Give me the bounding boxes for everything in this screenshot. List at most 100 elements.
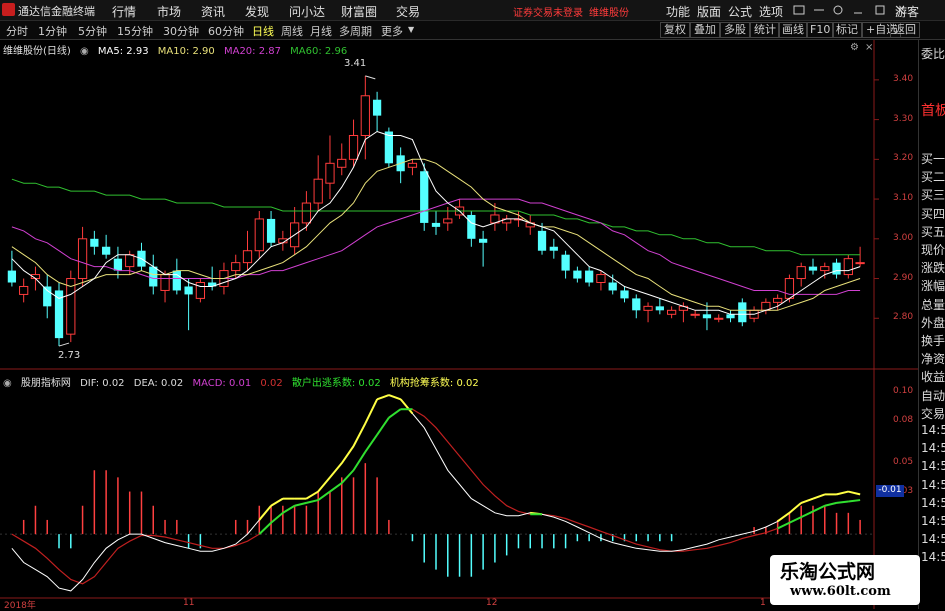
price-tick-label: 2.90 xyxy=(893,272,914,283)
period-month[interactable]: 月线 xyxy=(310,23,332,39)
quote-panel-item: 净资 xyxy=(921,352,945,367)
inst-coef-segment xyxy=(376,394,390,401)
candle-body xyxy=(102,246,111,255)
kline-chart[interactable] xyxy=(0,40,918,609)
quote-panel-item: 首板 xyxy=(921,103,945,119)
candle-body xyxy=(596,274,606,284)
high-annotation: 3.41 xyxy=(344,58,367,69)
retail-coef-segment xyxy=(777,521,790,530)
menu-bar: 通达信金融终端 行情 市场 资讯 发现 问小达 财富圈 交易 证券交易未登录 维… xyxy=(0,0,945,21)
quote-panel-item: 14:56 xyxy=(921,532,945,547)
ma10-label: MA10: 2.90 xyxy=(157,46,215,57)
huaxian-button[interactable]: 画线 xyxy=(778,22,808,38)
diejia-button[interactable]: 叠加 xyxy=(690,22,720,38)
sub-current-value: -0.01 xyxy=(876,485,904,497)
candle-body xyxy=(43,286,52,307)
sub-tick-label: 0.08 xyxy=(893,414,914,425)
period-30min[interactable]: 30分钟 xyxy=(163,23,199,39)
period-15min[interactable]: 15分钟 xyxy=(117,23,153,39)
menu-banmian[interactable]: 版面 xyxy=(697,3,721,20)
period-fenshi[interactable]: 分时 xyxy=(6,23,28,39)
window-controls xyxy=(793,5,905,15)
ma-lines xyxy=(11,75,861,347)
f10-button[interactable]: F10 xyxy=(806,22,835,38)
candle-body xyxy=(643,305,653,311)
quote-panel-item: 换手 xyxy=(921,334,945,348)
quote-panel-item: 14:56 xyxy=(921,495,945,510)
biaoji-button[interactable]: 标记 xyxy=(832,22,862,38)
retail-coef-segment xyxy=(812,504,826,513)
app-logo-icon xyxy=(2,3,15,16)
period-1min[interactable]: 1分钟 xyxy=(38,23,67,39)
date-label-11: 11 xyxy=(183,598,195,608)
quote-panel-item: 14:56 xyxy=(921,477,945,492)
candle-body xyxy=(585,270,594,283)
period-week[interactable]: 周线 xyxy=(281,23,303,39)
price-tick-label: 3.10 xyxy=(893,193,914,204)
price-tick-label: 3.30 xyxy=(893,113,914,124)
candle-body xyxy=(832,262,841,275)
menu-wenxiaoda[interactable]: 问小达 xyxy=(289,3,325,20)
quote-panel-item: 涨跌 xyxy=(921,261,945,276)
candle-body xyxy=(666,309,677,315)
macd-subchart xyxy=(11,394,861,592)
duogu-button[interactable]: 多股 xyxy=(720,22,750,38)
guest-label[interactable]: 游客 xyxy=(895,3,919,20)
menu-zixun[interactable]: 资讯 xyxy=(201,3,225,20)
menu-gongshi[interactable]: 公式 xyxy=(728,3,752,20)
retail-coef-segment xyxy=(329,482,343,493)
menu-gongneng[interactable]: 功能 xyxy=(666,3,690,20)
chevron-down-icon[interactable]: ▼ xyxy=(408,25,414,34)
menu-caifuquan[interactable]: 财富圈 xyxy=(341,3,377,20)
candle-body xyxy=(796,266,806,280)
retail-coef-segment xyxy=(836,500,849,504)
period-day[interactable]: 日线 xyxy=(252,23,274,39)
candle-body xyxy=(855,262,865,265)
high-marker xyxy=(365,75,376,80)
tongji-button[interactable]: 统计 xyxy=(750,22,780,38)
candle-body xyxy=(632,298,641,311)
candle-body xyxy=(690,313,700,316)
candle-body xyxy=(149,266,158,287)
retail-coef-segment xyxy=(364,434,378,453)
inst-coef-segment xyxy=(388,394,401,401)
menu-hangqing[interactable]: 行情 xyxy=(112,3,136,20)
ma20-label: MA20: 2.87 xyxy=(223,46,281,57)
quote-panel-item: 14:56 xyxy=(921,514,945,528)
fuquan-button[interactable]: 复权 xyxy=(660,22,690,38)
inst-coef-segment xyxy=(317,476,331,493)
pane-controls[interactable]: ⚙ × xyxy=(850,42,879,53)
retail-coef-segment xyxy=(258,522,272,535)
candle-body xyxy=(431,222,441,227)
candle-body xyxy=(420,171,429,223)
menu-jiaoyi[interactable]: 交易 xyxy=(396,3,420,20)
login-warning[interactable]: 证券交易未登录 xyxy=(513,4,583,19)
quote-panel: 委比首板买一买二买三买四买五现价涨跌涨幅总量外盘换手净资收益自动交易 14:56 1… xyxy=(918,40,945,609)
inst-coef-segment xyxy=(788,502,802,514)
retail-coef-label: 散户出逃系数: 0.02 xyxy=(291,378,381,389)
period-more[interactable]: 更多 xyxy=(381,23,403,39)
candle-body xyxy=(608,282,617,291)
watermark-title: 乐淘公式网 xyxy=(780,561,876,583)
sub-tick-label: 0.10 xyxy=(893,386,914,397)
period-60min[interactable]: 60分钟 xyxy=(208,23,244,39)
menu-xuanxiang[interactable]: 选项 xyxy=(759,3,783,20)
candle-body xyxy=(242,250,253,264)
candle-body xyxy=(784,278,795,299)
inst-coef-segment xyxy=(329,462,343,478)
period-multi[interactable]: 多周期 xyxy=(339,23,372,39)
candle-body xyxy=(113,258,123,271)
candle-body xyxy=(808,266,818,271)
fanhui-button[interactable]: 返回 xyxy=(890,22,920,38)
date-label-12: 12 xyxy=(486,598,498,608)
menu-shichang[interactable]: 市场 xyxy=(157,3,181,20)
period-5min[interactable]: 5分钟 xyxy=(78,23,107,39)
quote-panel-item: 买二 xyxy=(921,170,945,185)
help-icon xyxy=(833,5,843,15)
menu-faxian[interactable]: 发现 xyxy=(245,3,269,20)
quote-panel-item: 收益 xyxy=(921,370,945,385)
inst-coef-segment xyxy=(258,505,272,521)
retail-coef-segment xyxy=(824,501,837,507)
sub-legend: ◉ 股朋指标网 DIF: 0.02 DEA: 0.02 MACD: 0.01 0… xyxy=(3,374,485,389)
close-pane-icon: × xyxy=(864,42,874,53)
